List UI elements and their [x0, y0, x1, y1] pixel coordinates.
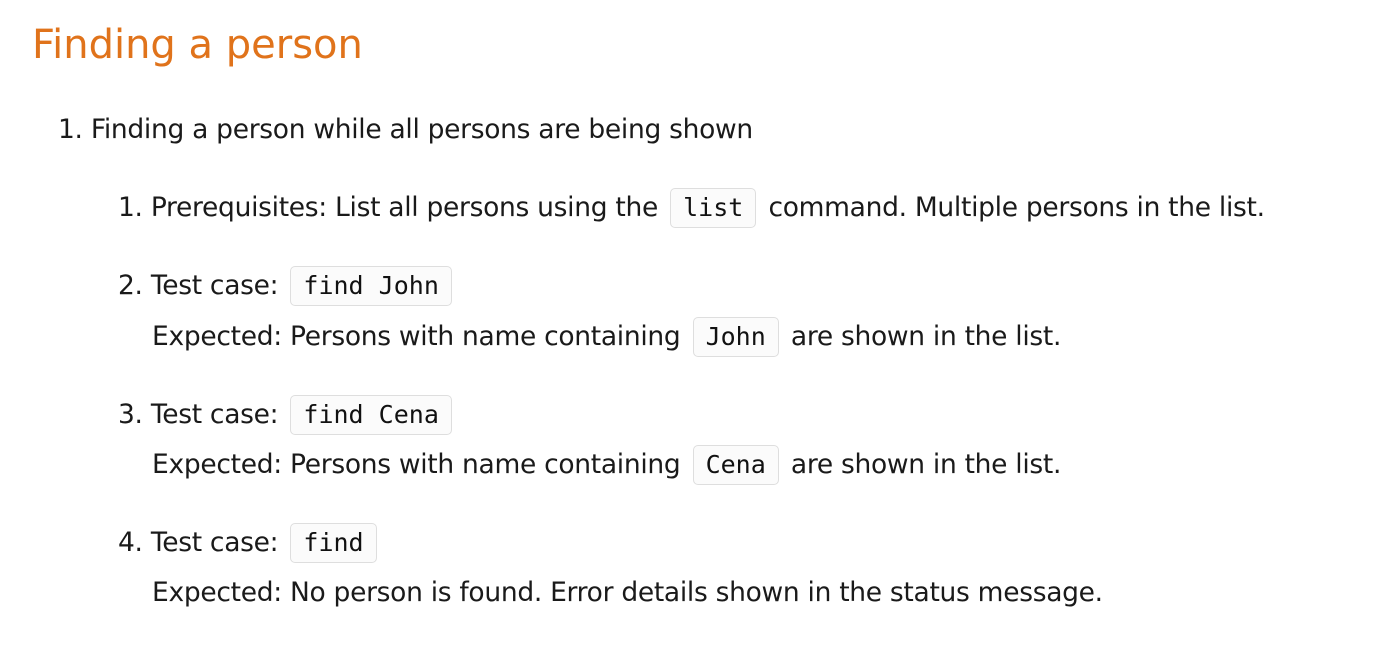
sub-item-4: 4. Test case: find [118, 523, 381, 563]
expected-code: Cena [692, 445, 779, 485]
test-case-label: Test case: [150, 399, 279, 430]
test-case-label: Test case: [150, 270, 279, 301]
test-case-label: Test case: [150, 527, 279, 558]
expected-code: John [692, 317, 779, 357]
expected-suffix: are shown in the list. [790, 449, 1062, 480]
list-command-code: list [670, 188, 757, 228]
sub-item-1: 1. Prerequisites: List all persons using… [118, 188, 1265, 228]
expected-suffix: are shown in the list. [790, 321, 1062, 352]
test-command-code: find Cena [290, 395, 452, 435]
prerequisite-text: Prerequisites: List all persons using th… [150, 192, 658, 223]
section-heading: Finding a person [32, 22, 363, 68]
expected-text: Expected: Persons with name containing [152, 321, 681, 352]
sub-item-3: 3. Test case: find Cena [118, 395, 456, 435]
expected-line-3: Expected: Persons with name containing C… [152, 445, 1061, 485]
expected-line-4: Expected: No person is found. Error deta… [152, 573, 1103, 613]
expected-text: Expected: Persons with name containing [152, 449, 681, 480]
expected-line-2: Expected: Persons with name containing J… [152, 317, 1061, 357]
list-item-text: Finding a person while all persons are b… [90, 114, 753, 145]
sub-item-number: 1. [118, 192, 143, 223]
sub-item-number: 4. [118, 527, 143, 558]
sub-item-number: 3. [118, 399, 143, 430]
list-item-1: 1. Finding a person while all persons ar… [58, 110, 753, 150]
expected-text: Expected: No person is found. Error deta… [152, 577, 1103, 608]
test-command-code: find [290, 523, 377, 563]
test-command-code: find John [290, 266, 452, 306]
document-page: Finding a person 1. Finding a person whi… [0, 0, 1386, 648]
sub-item-number: 2. [118, 270, 143, 301]
sub-item-2: 2. Test case: find John [118, 266, 456, 306]
list-item-number: 1. [58, 114, 83, 145]
prerequisite-suffix: command. Multiple persons in the list. [768, 192, 1265, 223]
